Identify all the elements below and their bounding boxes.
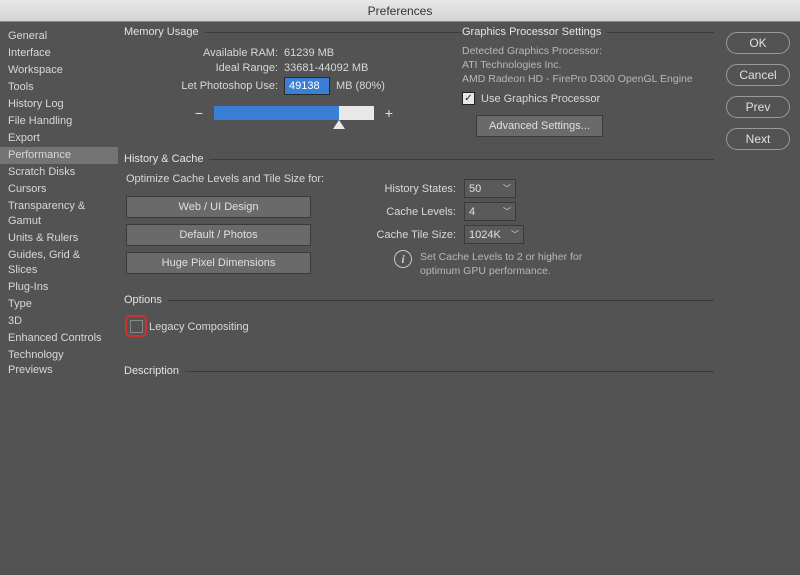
sidebar-item-enhanced-controls[interactable]: Enhanced Controls: [0, 330, 118, 347]
dialog-buttons: OK Cancel Prev Next: [720, 22, 800, 575]
cancel-button[interactable]: Cancel: [726, 64, 790, 86]
cache-tip: Set Cache Levels to 2 or higher for opti…: [420, 250, 590, 278]
window-titlebar: Preferences: [0, 0, 800, 22]
history-states-label: History States:: [334, 183, 464, 195]
content-area: Memory Usage Available RAM: 61239 MB Ide…: [118, 22, 720, 575]
description-legend: Description: [124, 365, 185, 377]
window-title: Preferences: [368, 4, 433, 18]
sidebar-item-units-rulers[interactable]: Units & Rulers: [0, 230, 118, 247]
sidebar: GeneralInterfaceWorkspaceToolsHistory Lo…: [0, 22, 118, 575]
let-photoshop-suffix: MB (80%): [336, 80, 385, 92]
let-photoshop-label: Let Photoshop Use:: [124, 80, 284, 92]
history-cache-group: History & Cache Optimize Cache Levels an…: [124, 153, 714, 288]
preset-default-button[interactable]: Default / Photos: [126, 224, 311, 246]
memory-slider[interactable]: [214, 106, 374, 120]
memory-usage-group: Memory Usage Available RAM: 61239 MB Ide…: [124, 26, 454, 147]
legacy-compositing-checkbox[interactable]: [130, 320, 143, 333]
sidebar-item-workspace[interactable]: Workspace: [0, 62, 118, 79]
options-legend: Options: [124, 294, 168, 306]
next-button[interactable]: Next: [726, 128, 790, 150]
legacy-compositing-row[interactable]: Legacy Compositing: [130, 320, 714, 333]
gpu-legend: Graphics Processor Settings: [462, 26, 607, 38]
sidebar-item-cursors[interactable]: Cursors: [0, 181, 118, 198]
options-group: Options Legacy Compositing: [124, 294, 714, 359]
sidebar-item-3d[interactable]: 3D: [0, 313, 118, 330]
cache-levels-label: Cache Levels:: [334, 206, 464, 218]
available-ram-label: Available RAM:: [124, 47, 284, 59]
sidebar-item-scratch-disks[interactable]: Scratch Disks: [0, 164, 118, 181]
prev-button[interactable]: Prev: [726, 96, 790, 118]
history-legend: History & Cache: [124, 153, 209, 165]
memory-decrease-button[interactable]: −: [194, 105, 204, 121]
available-ram-value: 61239 MB: [284, 47, 334, 59]
detected-gpu-label: Detected Graphics Processor:: [462, 44, 714, 58]
sidebar-item-tools[interactable]: Tools: [0, 79, 118, 96]
gpu-model: AMD Radeon HD - FirePro D300 OpenGL Engi…: [462, 72, 714, 86]
chevron-down-icon: ﹀: [511, 229, 519, 240]
preset-huge-button[interactable]: Huge Pixel Dimensions: [126, 252, 311, 274]
sidebar-item-type[interactable]: Type: [0, 296, 118, 313]
preset-web-button[interactable]: Web / UI Design: [126, 196, 311, 218]
chevron-down-icon: ﹀: [503, 206, 511, 217]
sidebar-item-transparency-gamut[interactable]: Transparency & Gamut: [0, 198, 118, 230]
legacy-compositing-label: Legacy Compositing: [149, 321, 249, 333]
memory-slider-thumb[interactable]: [333, 120, 345, 129]
use-gpu-label: Use Graphics Processor: [481, 93, 600, 105]
ideal-range-label: Ideal Range:: [124, 62, 284, 74]
sidebar-item-technology-previews[interactable]: Technology Previews: [0, 347, 118, 379]
ideal-range-value: 33681-44092 MB: [284, 62, 368, 74]
history-states-select[interactable]: 50﹀: [464, 179, 516, 198]
memory-legend: Memory Usage: [124, 26, 205, 38]
description-group: Description: [124, 365, 714, 445]
let-photoshop-input[interactable]: [284, 77, 330, 95]
use-gpu-checkbox-row[interactable]: ✓ Use Graphics Processor: [462, 92, 714, 105]
sidebar-item-general[interactable]: General: [0, 28, 118, 45]
cache-tile-select[interactable]: 1024K﹀: [464, 225, 524, 244]
sidebar-item-performance[interactable]: Performance: [0, 147, 118, 164]
graphics-processor-group: Graphics Processor Settings Detected Gra…: [454, 26, 714, 147]
cache-tile-label: Cache Tile Size:: [334, 229, 464, 241]
memory-slider-fill: [214, 106, 339, 120]
sidebar-item-export[interactable]: Export: [0, 130, 118, 147]
advanced-settings-button[interactable]: Advanced Settings...: [476, 115, 603, 137]
info-icon: i: [394, 250, 412, 268]
sidebar-item-file-handling[interactable]: File Handling: [0, 113, 118, 130]
cache-levels-select[interactable]: 4﹀: [464, 202, 516, 221]
sidebar-item-history-log[interactable]: History Log: [0, 96, 118, 113]
sidebar-item-interface[interactable]: Interface: [0, 45, 118, 62]
sidebar-item-guides-grid-slices[interactable]: Guides, Grid & Slices: [0, 247, 118, 279]
use-gpu-checkbox[interactable]: ✓: [462, 92, 475, 105]
optimize-label: Optimize Cache Levels and Tile Size for:: [126, 173, 334, 185]
sidebar-item-plug-ins[interactable]: Plug-Ins: [0, 279, 118, 296]
gpu-vendor: ATI Technologies Inc.: [462, 58, 714, 72]
chevron-down-icon: ﹀: [503, 183, 511, 194]
memory-increase-button[interactable]: +: [384, 105, 394, 121]
ok-button[interactable]: OK: [726, 32, 790, 54]
main-layout: GeneralInterfaceWorkspaceToolsHistory Lo…: [0, 22, 800, 575]
